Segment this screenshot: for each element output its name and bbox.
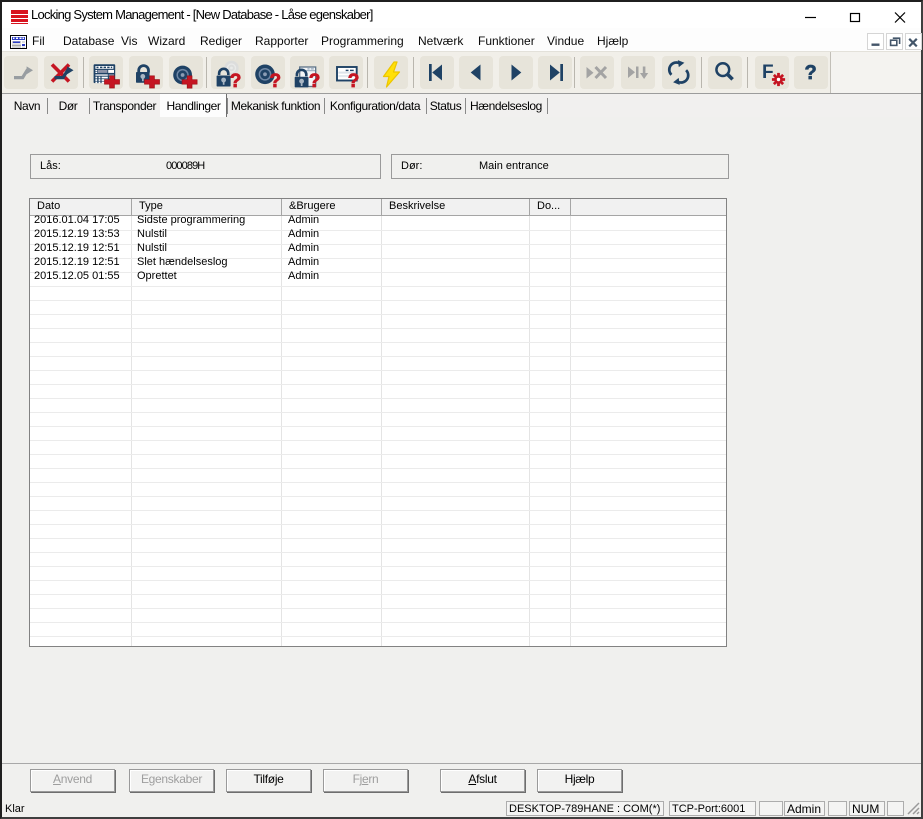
svg-text:F: F xyxy=(762,62,774,83)
svg-text:?: ? xyxy=(230,71,242,89)
svg-text:?: ? xyxy=(348,71,360,89)
svg-text:?: ? xyxy=(309,71,321,89)
svg-text:?: ? xyxy=(270,71,282,89)
svg-text:?: ? xyxy=(805,62,817,84)
